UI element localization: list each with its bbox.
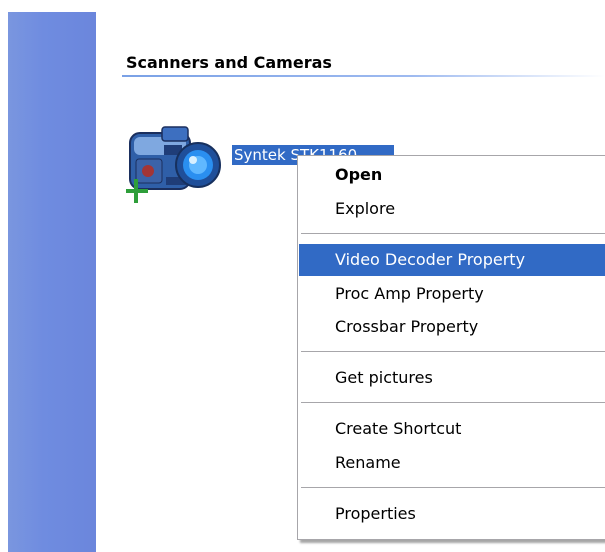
menu-item-video-decoder-property[interactable]: Video Decoder Property — [299, 244, 605, 276]
menu-item-crossbar-property[interactable]: Crossbar Property — [299, 311, 605, 343]
menu-item-open[interactable]: Open — [299, 159, 605, 191]
menu-item-get-pictures[interactable]: Get pictures — [299, 362, 605, 394]
menu-separator — [301, 233, 605, 234]
webcam-icon[interactable] — [124, 123, 222, 205]
menu-item-create-shortcut[interactable]: Create Shortcut — [299, 413, 605, 445]
section-title: Scanners and Cameras — [126, 53, 332, 72]
menu-item-proc-amp-property[interactable]: Proc Amp Property — [299, 278, 605, 310]
menu-item-explore[interactable]: Explore — [299, 193, 605, 225]
menu-separator — [301, 487, 605, 488]
menu-item-rename[interactable]: Rename — [299, 447, 605, 479]
task-pane-sidebar — [8, 12, 96, 552]
section-divider — [122, 75, 605, 77]
menu-separator — [301, 351, 605, 352]
menu-separator — [301, 402, 605, 403]
menu-item-properties[interactable]: Properties — [299, 498, 605, 530]
context-menu: Open Explore Video Decoder Property Proc… — [297, 155, 605, 540]
